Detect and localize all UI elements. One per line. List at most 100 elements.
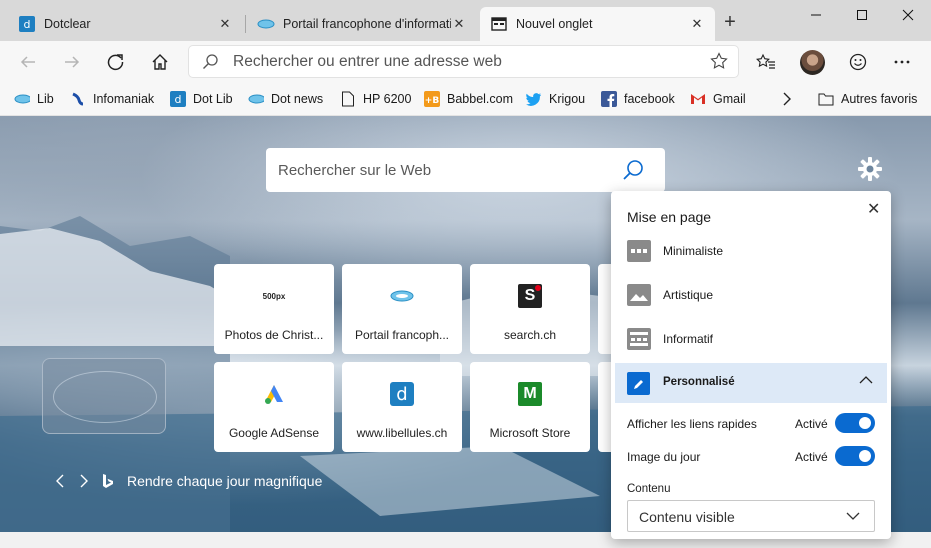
minimize-icon <box>811 14 821 16</box>
chevron-down-icon <box>846 512 860 520</box>
artistic-layout-icon <box>627 284 651 306</box>
bookmark-krigou[interactable]: Krigou <box>526 89 585 109</box>
quick-link-label: www.libellules.ch <box>356 426 448 440</box>
minimize-button[interactable] <box>793 0 839 30</box>
forward-arrow-icon <box>65 56 80 68</box>
bookmark-facebook[interactable]: facebook <box>601 89 675 109</box>
next-image-icon[interactable] <box>79 474 89 488</box>
chevron-up-icon[interactable] <box>859 375 873 385</box>
favorites-button[interactable] <box>750 47 782 77</box>
content-select-value: Contenu visible <box>639 509 735 525</box>
bookmark-infomaniak[interactable]: Infomaniak <box>70 89 154 109</box>
refresh-button[interactable] <box>100 47 132 77</box>
bookmark-hp6200[interactable]: HP 6200 <box>340 89 411 109</box>
bing-logo-icon <box>103 474 113 488</box>
layout-option-custom[interactable]: Personnalisé <box>615 363 887 403</box>
quick-link-tile[interactable]: Portail francoph... <box>342 264 462 354</box>
maximize-button[interactable] <box>839 0 885 30</box>
quick-link-tile[interactable]: 500px Photos de Christ... <box>214 264 334 354</box>
search-icon[interactable] <box>622 159 644 181</box>
search-ch-icon: S <box>518 284 542 308</box>
chevron-right-icon <box>783 92 791 106</box>
quick-link-tile[interactable]: S search.ch <box>470 264 590 354</box>
bookmark-label: facebook <box>624 92 675 106</box>
layout-option-minimal[interactable]: Minimaliste <box>627 239 723 263</box>
daily-image-caption[interactable]: Rendre chaque jour magnifique <box>127 473 322 489</box>
close-tab-icon[interactable]: ✕ <box>689 16 705 32</box>
watermark-logo <box>42 358 166 434</box>
svg-text:d: d <box>24 18 31 31</box>
quick-link-tile[interactable]: d www.libellules.ch <box>342 362 462 452</box>
layout-option-informative[interactable]: Informatif <box>627 327 713 351</box>
close-tab-icon[interactable]: ✕ <box>217 16 233 32</box>
svg-text:d: d <box>175 93 182 106</box>
libellules-icon <box>14 91 30 107</box>
image-of-day-toggle[interactable] <box>835 446 875 466</box>
image-of-the-day-bar: Rendre chaque jour magnifique <box>55 473 322 489</box>
bookmark-label: Gmail <box>713 92 746 106</box>
quick-link-label: Microsoft Store <box>489 426 571 440</box>
bookmark-dotlib[interactable]: d Dot Lib <box>170 89 233 109</box>
dotclear-icon: d <box>18 15 36 33</box>
favorite-star-icon[interactable] <box>710 52 728 70</box>
libellules-icon <box>248 91 264 107</box>
content-select[interactable]: Contenu visible <box>627 500 875 532</box>
dotclear-icon: d <box>170 91 186 107</box>
quick-link-tile-partial[interactable] <box>598 264 611 354</box>
close-tab-icon[interactable]: ✕ <box>451 16 467 32</box>
svg-text:+B: +B <box>425 96 440 106</box>
layout-option-artistic[interactable]: Artistique <box>627 283 713 307</box>
profile-avatar[interactable] <box>800 50 825 75</box>
option-label: Informatif <box>663 332 714 346</box>
other-favorites-folder[interactable]: Autres favoris <box>818 89 917 109</box>
page-settings-gear-icon[interactable] <box>857 156 883 182</box>
tab-label: Portail francophone d'informatio <box>283 17 451 31</box>
quick-link-label: Photos de Christ... <box>224 328 324 342</box>
bookmark-babbel[interactable]: +B Babbel.com <box>424 89 513 109</box>
close-icon[interactable]: ✕ <box>867 199 880 219</box>
bookmark-label: Babbel.com <box>447 92 514 106</box>
settings-menu-button[interactable] <box>886 47 918 77</box>
new-tab-button[interactable]: + <box>718 11 742 35</box>
feedback-button[interactable] <box>842 47 874 77</box>
bookmark-gmail[interactable]: Gmail <box>690 89 746 109</box>
bookmark-lib[interactable]: Lib <box>14 89 54 109</box>
quick-link-label: search.ch <box>503 328 557 342</box>
tab-portail[interactable]: Portail francophone d'informatio ✕ <box>247 7 477 41</box>
home-button[interactable] <box>144 47 176 77</box>
page-icon <box>340 91 356 107</box>
quick-link-tile[interactable]: M Microsoft Store <box>470 362 590 452</box>
option-label: Artistique <box>663 288 714 302</box>
address-placeholder: Rechercher ou entrer une adresse web <box>233 53 502 70</box>
custom-pencil-icon <box>627 372 650 395</box>
toggle-state: Activé <box>795 450 828 464</box>
500px-icon: 500px <box>262 291 286 301</box>
back-button[interactable] <box>12 47 44 77</box>
quick-links-toggle[interactable] <box>835 413 875 433</box>
toggle-label: Afficher les liens rapides <box>627 417 757 431</box>
quick-link-tile-partial[interactable] <box>598 362 611 452</box>
quick-link-label: Google AdSense <box>228 426 320 440</box>
tab-new[interactable]: Nouvel onglet ✕ <box>480 7 715 41</box>
web-search-box[interactable]: Rechercher sur le Web <box>266 148 665 192</box>
tab-dotclear[interactable]: d Dotclear ✕ <box>8 7 243 41</box>
toggle-label: Image du jour <box>627 450 701 464</box>
previous-image-icon[interactable] <box>55 474 65 488</box>
image-of-day-toggle-row: Image du jour Activé <box>627 446 875 468</box>
option-label: Personnalisé <box>663 376 735 388</box>
microsoft-store-icon: M <box>518 382 542 406</box>
page-layout-panel: Mise en page ✕ Minimaliste Artistique In… <box>611 191 891 539</box>
libellules-icon <box>257 15 275 33</box>
favorites-list-icon <box>756 53 775 69</box>
title-bar: d Dotclear ✕ Portail francophone d'infor… <box>0 0 931 41</box>
bookmark-dotnews[interactable]: Dot news <box>248 89 323 109</box>
libellules-icon <box>390 284 414 308</box>
quick-link-tile[interactable]: Google AdSense <box>214 362 334 452</box>
content-label: Contenu <box>627 483 671 495</box>
forward-button[interactable] <box>56 47 88 77</box>
tab-label: Nouvel onglet <box>516 17 593 31</box>
bookmark-label: Krigou <box>549 92 586 106</box>
address-bar[interactable]: Rechercher ou entrer une adresse web <box>189 46 738 77</box>
window-close-button[interactable] <box>885 0 931 30</box>
more-bookmarks-button[interactable] <box>782 89 792 109</box>
